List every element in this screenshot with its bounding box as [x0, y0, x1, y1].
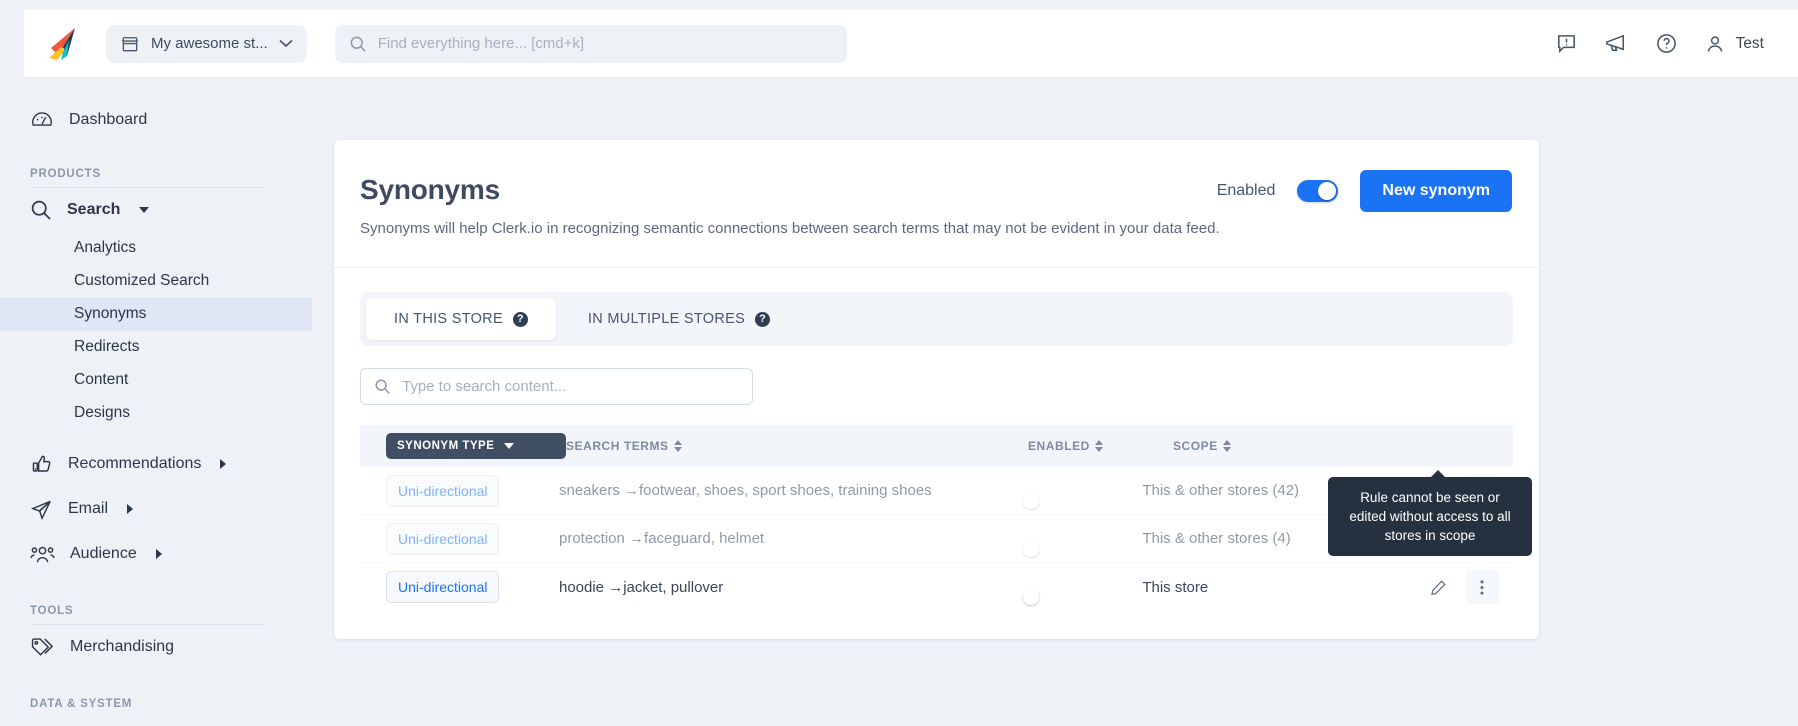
synonym-type-badge: Uni-directional	[386, 474, 500, 507]
row-terms-cell: hoodie →jacket, pullover	[558, 578, 724, 596]
help-icon[interactable]	[1655, 32, 1678, 55]
sidebar-item-redirects[interactable]: Redirects	[0, 331, 312, 364]
row-terms-cell: sneakers →footwear, shoes, sport shoes, …	[558, 482, 932, 499]
sidebar-item-designs[interactable]: Designs	[0, 397, 312, 430]
dashboard-icon	[30, 108, 54, 132]
table-header-row: SYNONYM TYPE SEARCH TERMS ENABLED SCOPE	[360, 425, 1513, 467]
content-search[interactable]	[360, 368, 753, 405]
tooltip-arrow	[1430, 470, 1446, 478]
paper-plane-icon	[30, 498, 53, 521]
store-picker-label: My awesome st...	[151, 35, 268, 52]
clerk-logo[interactable]	[42, 24, 88, 64]
content-search-input[interactable]	[402, 378, 739, 395]
sidebar-item-label: Merchandising	[70, 638, 175, 656]
table-header-enabled[interactable]: ENABLED	[1028, 439, 1173, 453]
top-bar: My awesome st... Find everything here...…	[24, 10, 1798, 78]
sidebar-group-email[interactable]: Email	[0, 487, 312, 532]
column-label: ENABLED	[1028, 439, 1090, 453]
chevron-down-icon	[139, 207, 150, 213]
user-name: Test	[1735, 34, 1764, 52]
row-actions	[1421, 570, 1513, 604]
sidebar-item-content[interactable]: Content	[0, 364, 312, 397]
thumbs-up-icon	[30, 453, 53, 476]
row-type-cell: Uni-directional	[360, 522, 559, 555]
sidebar-item-synonyms[interactable]: Synonyms	[0, 297, 312, 331]
table-header-scope[interactable]: SCOPE	[1173, 439, 1463, 453]
row-type-cell: Uni-directional	[360, 474, 559, 507]
tabs: IN THIS STORE ? IN MULTIPLE STORES ?	[360, 292, 1513, 346]
row-scope-cell: This store	[1142, 578, 1209, 596]
search-icon	[30, 199, 52, 221]
tab-in-this-store[interactable]: IN THIS STORE ?	[366, 298, 556, 340]
sidebar-item-merchandising[interactable]: Merchandising	[0, 625, 312, 670]
chevron-down-icon	[279, 39, 293, 48]
search-icon	[374, 378, 391, 395]
row-type-cell: Uni-directional	[360, 571, 559, 603]
scope-tooltip: Rule cannot be seen or edited without ac…	[1328, 470, 1532, 557]
sidebar-group-label: Recommendations	[68, 455, 202, 473]
card-header-actions: Enabled New synonym	[1217, 170, 1512, 212]
page-subtitle: Synonyms will help Clerk.io in recognizi…	[360, 220, 1220, 237]
global-search[interactable]	[334, 24, 847, 63]
search-icon	[349, 35, 367, 53]
sidebar-item-analytics[interactable]: Analytics	[0, 232, 312, 265]
global-search-input[interactable]	[377, 35, 833, 52]
card-header: Synonyms Synonyms will help Clerk.io in …	[334, 140, 1539, 268]
table-row[interactable]: Uni-directional hoodie →jacket, pullover…	[360, 563, 1513, 611]
tab-label: IN MULTIPLE STORES	[587, 311, 746, 327]
synonyms-card: Synonyms Synonyms will help Clerk.io in …	[334, 140, 1539, 639]
sidebar-group-search[interactable]: Search	[0, 188, 312, 232]
sidebar: Dashboard PRODUCTS Search Analytics Cust…	[0, 78, 312, 726]
new-synonym-button[interactable]: New synonym	[1360, 170, 1512, 212]
enabled-toggle[interactable]	[1297, 180, 1339, 202]
row-menu-button[interactable]	[1465, 570, 1499, 604]
help-icon[interactable]: ?	[512, 311, 528, 327]
user-menu[interactable]: Test	[1704, 33, 1764, 55]
sidebar-group-label: Email	[68, 500, 109, 518]
column-label: SYNONYM TYPE	[397, 440, 495, 452]
sort-icon	[673, 440, 682, 452]
sidebar-section-tools: TOOLS	[30, 604, 74, 617]
synonym-type-badge: Uni-directional	[386, 522, 500, 555]
column-label: SCOPE	[1173, 439, 1218, 453]
tabs-container: IN THIS STORE ? IN MULTIPLE STORES ?	[334, 268, 1539, 346]
tab-in-multiple-stores[interactable]: IN MULTIPLE STORES ?	[560, 298, 798, 340]
column-label: SEARCH TERMS	[566, 439, 669, 453]
sidebar-group-label: Search	[67, 201, 121, 218]
top-bar-actions: Test	[1555, 31, 1798, 56]
synonym-type-badge: Uni-directional	[386, 571, 500, 603]
sort-icon	[1222, 440, 1231, 452]
tab-label: IN THIS STORE	[394, 311, 503, 327]
chevron-right-icon	[220, 459, 227, 470]
chevron-right-icon	[127, 504, 134, 515]
store-picker[interactable]: My awesome st...	[106, 24, 307, 63]
store-icon	[120, 34, 140, 54]
chevron-down-icon	[504, 443, 515, 449]
enabled-label: Enabled	[1216, 182, 1276, 199]
table-header-synonym-type: SYNONYM TYPE	[360, 433, 566, 459]
sidebar-item-label: Dashboard	[69, 111, 148, 128]
sidebar-group-label: Audience	[70, 545, 137, 563]
tooltip-text: Rule cannot be seen or edited without ac…	[1349, 490, 1511, 544]
synonym-type-filter-chip[interactable]: SYNONYM TYPE	[386, 433, 566, 459]
row-terms-cell: protection →faceguard, helmet	[558, 530, 765, 547]
sidebar-group-audience[interactable]: Audience	[0, 532, 312, 577]
sidebar-item-dashboard[interactable]: Dashboard	[0, 100, 312, 140]
user-icon	[1704, 33, 1726, 55]
table-header-search-terms[interactable]: SEARCH TERMS	[566, 439, 1028, 453]
edit-row-button[interactable]	[1421, 570, 1455, 604]
tag-icon	[30, 636, 55, 659]
sort-icon	[1094, 440, 1103, 452]
feedback-icon[interactable]	[1555, 32, 1578, 55]
sidebar-item-customized-search[interactable]: Customized Search	[0, 265, 312, 298]
sidebar-section-products: PRODUCTS	[30, 168, 101, 180]
sidebar-group-recommendations[interactable]: Recommendations	[0, 442, 312, 487]
people-icon	[30, 543, 55, 566]
content-search-container	[334, 346, 1539, 405]
megaphone-icon[interactable]	[1604, 31, 1629, 56]
help-icon[interactable]: ?	[755, 311, 771, 327]
chevron-right-icon	[155, 549, 162, 560]
sidebar-section-data-system: DATA & SYSTEM	[30, 697, 133, 710]
